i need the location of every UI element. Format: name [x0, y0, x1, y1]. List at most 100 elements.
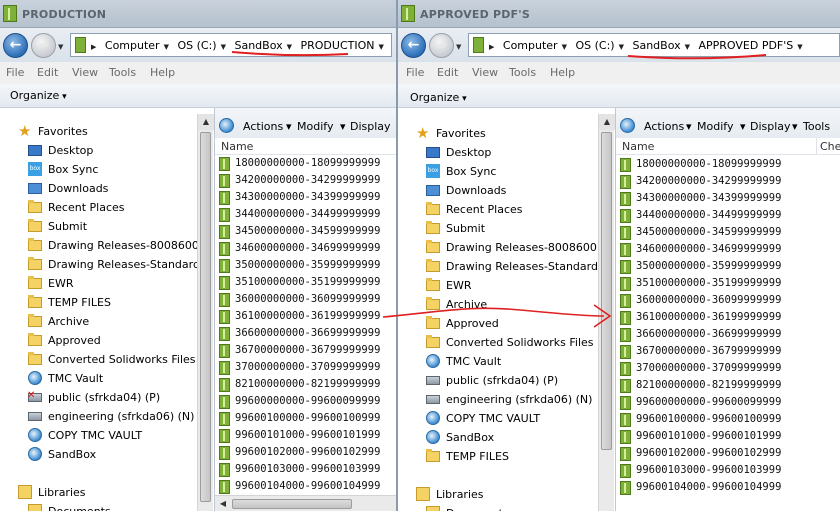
- chevron-down-icon[interactable]: ▾: [340, 120, 346, 133]
- nav-item-label: Documents: [446, 507, 509, 511]
- column-separator[interactable]: [816, 138, 817, 155]
- menu-help[interactable]: Help: [550, 66, 575, 79]
- file-name: 34600000000-34699999999: [235, 242, 381, 254]
- menu-tools[interactable]: Tools: [109, 66, 136, 79]
- network-drive-icon: [426, 376, 440, 385]
- breadcrumb-os-c[interactable]: OS (C:): [177, 39, 216, 52]
- recent-pages-dropdown-icon[interactable]: ▼: [456, 43, 461, 51]
- menu-view[interactable]: View: [72, 66, 98, 79]
- recent-pages-dropdown-icon[interactable]: ▼: [58, 43, 63, 51]
- folder-icon: [219, 174, 230, 188]
- nav-item-label: Submit: [48, 220, 88, 233]
- nav-item-label: EWR: [446, 279, 472, 292]
- chevron-down-icon[interactable]: ▼: [378, 43, 383, 51]
- scroll-thumb[interactable]: [601, 132, 612, 450]
- chevron-down-icon[interactable]: ▾: [740, 120, 746, 133]
- scroll-up-icon[interactable]: ▲: [198, 114, 214, 130]
- nav-item-label: Box Sync: [446, 165, 497, 178]
- file-name: 36100000000-36199999999: [235, 310, 381, 322]
- address-bar[interactable]: ▶ Computer ▼ OS (C:) ▼ SandBox ▼ PRODUCTION…: [70, 33, 392, 57]
- chevron-down-icon[interactable]: ▼: [287, 43, 292, 51]
- scroll-left-icon[interactable]: ◀: [215, 496, 231, 511]
- chevron-down-icon[interactable]: ▼: [221, 43, 226, 51]
- menu-edit[interactable]: Edit: [37, 66, 58, 79]
- file-name: 36600000000-36699999999: [636, 328, 782, 340]
- file-name: 37000000000-37099999999: [235, 361, 381, 373]
- nav-item-label: public (sfrkda04) (P): [48, 391, 161, 404]
- folder-icon: [620, 481, 631, 495]
- title-bar[interactable]: APPROVED PDF'S: [398, 0, 840, 28]
- nav-item-label: Drawing Releases-Standard: [48, 258, 197, 271]
- breadcrumb-current[interactable]: PRODUCTION: [300, 39, 374, 52]
- menu-view[interactable]: View: [472, 66, 498, 79]
- nav-item-label: Desktop: [48, 144, 94, 157]
- chevron-icon[interactable]: ▶: [91, 43, 96, 51]
- refresh-icon[interactable]: [620, 118, 635, 133]
- back-button[interactable]: ←: [401, 33, 426, 58]
- file-name: 34400000000-34499999999: [636, 209, 782, 221]
- refresh-icon[interactable]: [219, 118, 234, 133]
- navigation-pane: ★ Favorites Desktop box Box Sync Downloads Rec…: [0, 108, 197, 511]
- column-name[interactable]: Name: [622, 140, 654, 153]
- back-button[interactable]: ←: [3, 33, 28, 58]
- folder-icon: [219, 276, 230, 290]
- chevron-down-icon[interactable]: ▼: [619, 43, 624, 51]
- breadcrumb-current[interactable]: APPROVED PDF'S: [698, 39, 793, 52]
- breadcrumb-computer[interactable]: Computer: [105, 39, 160, 52]
- title-bar[interactable]: PRODUCTION: [0, 0, 396, 28]
- window-title: APPROVED PDF'S: [420, 8, 530, 21]
- breadcrumb-sandbox[interactable]: SandBox: [234, 39, 282, 52]
- documents-icon: [28, 504, 42, 511]
- folder-icon: [620, 260, 631, 274]
- scroll-thumb[interactable]: [200, 132, 211, 502]
- folder-icon: [28, 257, 42, 270]
- actions-menu[interactable]: Actions: [644, 120, 684, 133]
- folder-icon: [219, 480, 230, 494]
- menu-tools[interactable]: Tools: [509, 66, 536, 79]
- scroll-up-icon[interactable]: ▲: [599, 114, 615, 130]
- nav-item-label: Downloads: [48, 182, 109, 195]
- tools-menu[interactable]: Tools: [803, 120, 830, 133]
- forward-button[interactable]: →: [31, 33, 56, 58]
- breadcrumb-sandbox[interactable]: SandBox: [632, 39, 680, 52]
- folder-icon: [219, 344, 230, 358]
- column-header: Name Che: [616, 138, 840, 155]
- file-name: 34200000000-34299999999: [235, 174, 381, 186]
- scroll-thumb[interactable]: [232, 499, 352, 509]
- chevron-down-icon[interactable]: ▾: [286, 120, 292, 133]
- menu-file[interactable]: File: [6, 66, 24, 79]
- column-name[interactable]: Name: [221, 140, 253, 153]
- folder-icon: [620, 311, 631, 325]
- folder-icon: [620, 345, 631, 359]
- nav-item-label: TEMP FILES: [48, 296, 111, 309]
- modify-menu[interactable]: Modify: [297, 120, 333, 133]
- menu-edit[interactable]: Edit: [437, 66, 458, 79]
- address-bar[interactable]: ▶ Computer ▼ OS (C:) ▼ SandBox ▼ APPROVED P…: [468, 33, 840, 57]
- chevron-down-icon[interactable]: ▼: [685, 43, 690, 51]
- breadcrumb-os-c[interactable]: OS (C:): [575, 39, 614, 52]
- chevron-down-icon[interactable]: ▾: [792, 120, 798, 133]
- display-menu[interactable]: Display: [350, 120, 391, 133]
- file-name: 36000000000-36099999999: [235, 293, 381, 305]
- organize-button[interactable]: Organize: [10, 89, 67, 102]
- chevron-down-icon[interactable]: ▾: [686, 120, 692, 133]
- display-menu[interactable]: Display: [750, 120, 791, 133]
- navigation-scrollbar[interactable]: ▲: [197, 114, 214, 511]
- chevron-down-icon[interactable]: ▼: [562, 43, 567, 51]
- nav-item-label: TMC Vault: [446, 355, 502, 368]
- folder-icon: [219, 225, 230, 239]
- column-second[interactable]: Che: [820, 140, 840, 153]
- chevron-down-icon[interactable]: ▼: [164, 43, 169, 51]
- navigation-scrollbar[interactable]: ▲: [598, 114, 615, 511]
- desktop-icon: [426, 147, 440, 158]
- modify-menu[interactable]: Modify: [697, 120, 733, 133]
- breadcrumb-computer[interactable]: Computer: [503, 39, 558, 52]
- horizontal-scrollbar[interactable]: ◀: [215, 495, 396, 511]
- forward-button[interactable]: →: [429, 33, 454, 58]
- organize-button[interactable]: Organize: [410, 91, 467, 104]
- chevron-icon[interactable]: ▶: [489, 43, 494, 51]
- menu-help[interactable]: Help: [150, 66, 175, 79]
- chevron-down-icon[interactable]: ▼: [797, 43, 802, 51]
- actions-menu[interactable]: Actions: [243, 120, 283, 133]
- menu-file[interactable]: File: [406, 66, 424, 79]
